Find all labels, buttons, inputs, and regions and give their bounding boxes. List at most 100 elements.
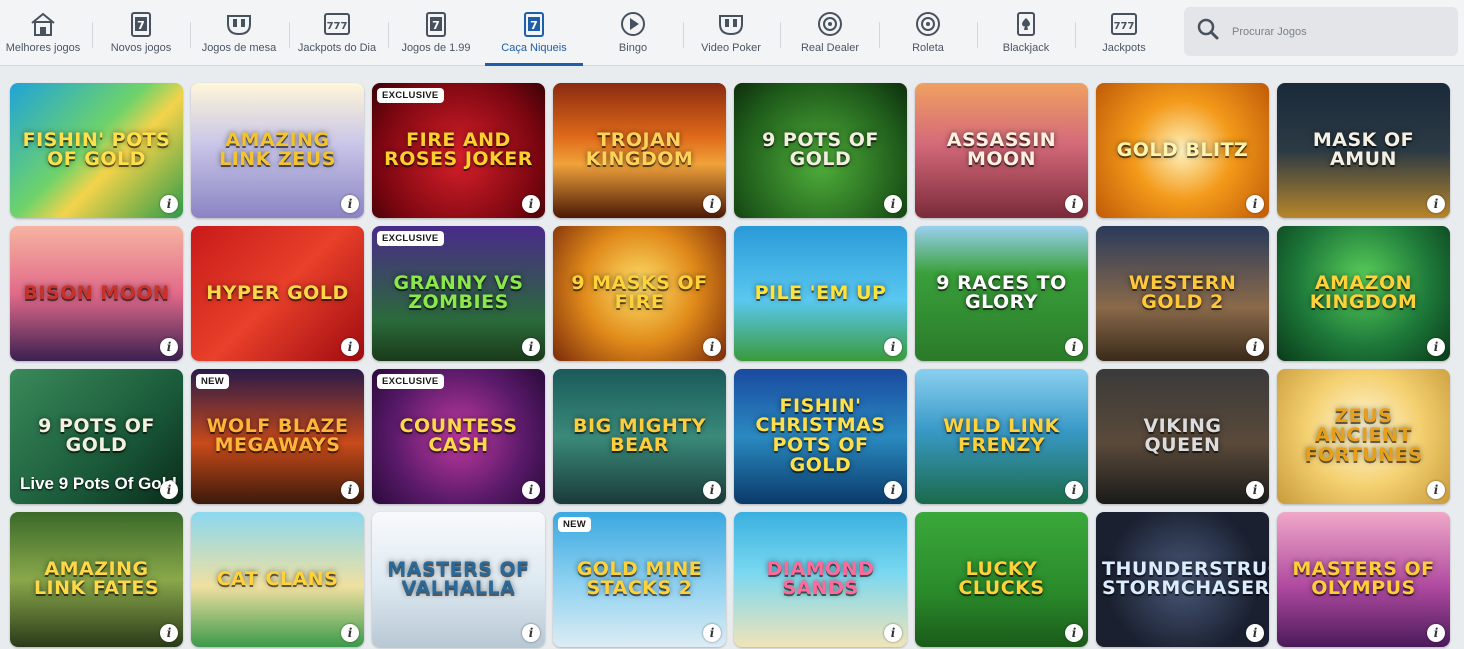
search-icon[interactable] — [1196, 17, 1220, 46]
info-icon[interactable]: i — [160, 338, 178, 356]
nav-divider — [190, 22, 191, 48]
info-icon[interactable]: i — [1065, 481, 1083, 499]
info-icon[interactable]: i — [703, 195, 721, 213]
info-icon[interactable]: i — [341, 624, 359, 642]
game-tile[interactable]: Masters of Olympus i — [1277, 512, 1450, 647]
game-tile[interactable]: Pile 'Em Up i — [734, 226, 907, 361]
info-icon[interactable]: i — [1246, 338, 1264, 356]
game-tile[interactable]: Big Mighty Bear i — [553, 369, 726, 504]
game-tile[interactable]: Gold Blitz i — [1096, 83, 1269, 218]
roulette-icon — [913, 9, 943, 39]
info-icon[interactable]: i — [522, 338, 540, 356]
info-icon[interactable]: i — [341, 338, 359, 356]
info-icon[interactable]: i — [1427, 481, 1445, 499]
game-tile[interactable]: Gold Mine Stacks 2 NEW i — [553, 512, 726, 647]
info-icon[interactable]: i — [1427, 624, 1445, 642]
info-icon[interactable]: i — [1246, 195, 1264, 213]
game-tile[interactable]: Fishin' Pots of Gold i — [10, 83, 183, 218]
game-tile[interactable]: Countess Cash EXCLUSIVE i — [372, 369, 545, 504]
nav-label: Melhores jogos — [5, 42, 81, 54]
game-title: Countess Cash — [399, 414, 518, 457]
game-tile[interactable]: 9 Masks of Fire i — [553, 226, 726, 361]
game-tile[interactable]: Amazing Link Fates i — [10, 512, 183, 647]
game-tile[interactable]: Trojan Kingdom i — [553, 83, 726, 218]
info-icon[interactable]: i — [1427, 338, 1445, 356]
svg-text:777: 777 — [327, 21, 348, 32]
nav-item-jackpots-do-dia[interactable]: 777 Jackpots do Dia — [296, 0, 378, 66]
video-poker-icon — [716, 9, 746, 39]
game-tile[interactable]: Hyper Gold i — [191, 226, 364, 361]
search-input[interactable] — [1232, 25, 1432, 38]
info-icon[interactable]: i — [884, 195, 902, 213]
game-tile[interactable]: Fire and Roses Joker EXCLUSIVE i — [372, 83, 545, 218]
info-icon[interactable]: i — [341, 481, 359, 499]
svg-text:7: 7 — [137, 19, 145, 32]
game-title: Gold Mine Stacks 2 — [576, 557, 703, 600]
game-tile[interactable]: Assassin Moon i — [915, 83, 1088, 218]
info-icon[interactable]: i — [1246, 624, 1264, 642]
game-tile[interactable]: Lucky Clucks i — [915, 512, 1088, 647]
game-tile[interactable]: Bison Moon i — [10, 226, 183, 361]
nav-item-real-dealer[interactable]: Real Dealer — [792, 0, 868, 66]
info-icon[interactable]: i — [160, 481, 178, 499]
nav-item-roleta[interactable]: Roleta — [894, 0, 962, 66]
game-tile[interactable]: Wild Link Frenzy i — [915, 369, 1088, 504]
slot-7-icon: 7 — [421, 9, 451, 39]
game-title: Amazing Link Zeus — [219, 128, 336, 171]
game-tile[interactable]: Mask of Amun i — [1277, 83, 1450, 218]
info-icon[interactable]: i — [522, 481, 540, 499]
nav-item-jackpots[interactable]: 777 Jackpots — [1090, 0, 1158, 66]
nav-label: Bingo — [618, 42, 648, 54]
info-icon[interactable]: i — [884, 624, 902, 642]
game-tile[interactable]: 9 Pots of Gold i — [734, 83, 907, 218]
game-tile[interactable]: Amazing Link Zeus i — [191, 83, 364, 218]
info-icon[interactable]: i — [1065, 624, 1083, 642]
info-icon[interactable]: i — [1065, 195, 1083, 213]
info-icon[interactable]: i — [341, 195, 359, 213]
info-icon[interactable]: i — [160, 624, 178, 642]
info-icon[interactable]: i — [160, 195, 178, 213]
nav-item-video-poker[interactable]: Video Poker — [694, 0, 768, 66]
game-tile[interactable]: Diamond Sands i — [734, 512, 907, 647]
nav-item-melhores-jogos[interactable]: Melhores jogos — [4, 0, 82, 66]
house-icon — [28, 9, 58, 39]
game-title: 9 Masks of Fire — [571, 271, 708, 314]
play-circle-icon — [618, 9, 648, 39]
search-box[interactable] — [1184, 7, 1458, 56]
game-tile[interactable]: Zeus Ancient Fortunes i — [1277, 369, 1450, 504]
game-tile[interactable]: Viking Queen i — [1096, 369, 1269, 504]
game-tile[interactable]: Cat Clans i — [191, 512, 364, 647]
nav-item-bingo[interactable]: Bingo — [598, 0, 668, 66]
game-tile[interactable]: Masters of Valhalla i — [372, 512, 545, 647]
game-tile[interactable]: 9 Pots of Gold Live 9 Pots Of Gold i — [10, 369, 183, 504]
info-icon[interactable]: i — [1065, 338, 1083, 356]
info-icon[interactable]: i — [884, 338, 902, 356]
game-tile[interactable]: Amazon Kingdom i — [1277, 226, 1450, 361]
info-icon[interactable]: i — [703, 338, 721, 356]
game-tile[interactable]: Granny vs Zombies EXCLUSIVE i — [372, 226, 545, 361]
info-icon[interactable]: i — [522, 624, 540, 642]
nav-divider — [92, 22, 93, 48]
game-badge: NEW — [196, 374, 230, 389]
game-tile[interactable]: Western Gold 2 i — [1096, 226, 1269, 361]
game-title: Masters of Olympus — [1292, 557, 1435, 600]
info-icon[interactable]: i — [1246, 481, 1264, 499]
nav-item-caca-niqueis[interactable]: 7 Caça Niqueis — [485, 0, 583, 66]
nav-divider — [388, 22, 389, 48]
game-tile[interactable]: 9 Races to Glory i — [915, 226, 1088, 361]
game-tile[interactable]: Fishin' Christmas Pots of Gold i — [734, 369, 907, 504]
info-icon[interactable]: i — [703, 624, 721, 642]
nav-item-blackjack[interactable]: Blackjack — [991, 0, 1061, 66]
game-tile[interactable]: Wolf Blaze Megaways NEW i — [191, 369, 364, 504]
game-title: Bison Moon — [23, 281, 170, 304]
game-tile[interactable]: Thunderstruck Stormchaser i — [1096, 512, 1269, 647]
game-title: Granny vs Zombies — [393, 271, 524, 314]
info-icon[interactable]: i — [1427, 195, 1445, 213]
nav-item-jogos-de-mesa[interactable]: Jogos de mesa — [200, 0, 278, 66]
info-icon[interactable]: i — [884, 481, 902, 499]
info-icon[interactable]: i — [522, 195, 540, 213]
info-icon[interactable]: i — [703, 481, 721, 499]
nav-item-novos-jogos[interactable]: 7 Novos jogos — [104, 0, 178, 66]
game-title: Mask of Amun — [1312, 128, 1415, 171]
nav-item-jogos-de-199[interactable]: 7 Jogos de 1.99 — [398, 0, 474, 66]
